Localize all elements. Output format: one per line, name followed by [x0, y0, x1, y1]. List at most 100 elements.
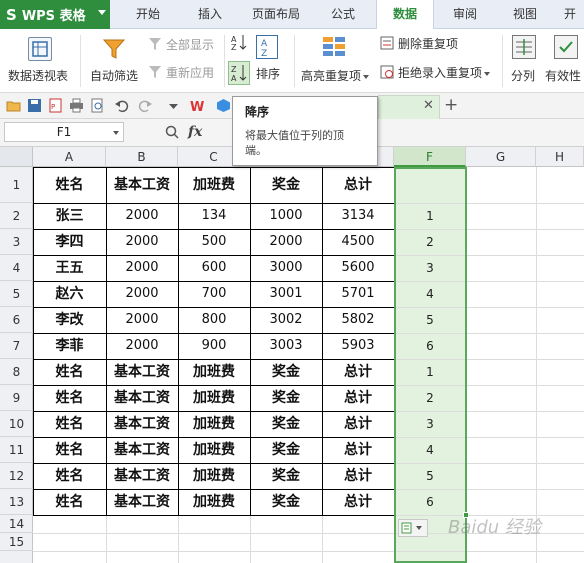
sort-button[interactable]: AZ 排序 [254, 33, 284, 87]
save-icon[interactable] [27, 98, 42, 113]
highlight-duplicates-button[interactable]: 高亮重复项 [300, 33, 372, 87]
customize-toolbar-icon[interactable] [166, 98, 181, 113]
tab-data[interactable]: 数据 [376, 0, 434, 30]
table-cell[interactable]: 总计 [322, 385, 394, 411]
undo-icon[interactable] [114, 98, 129, 113]
table-cell[interactable]: 奖金 [250, 411, 322, 437]
zoom-lookup-icon[interactable] [164, 124, 180, 140]
row-header-15[interactable]: 15 [0, 533, 33, 551]
table-cell[interactable]: 基本工资 [106, 359, 178, 385]
column-header-a[interactable]: A [33, 147, 106, 167]
table-cell[interactable]: 奖金 [250, 437, 322, 463]
column-header-h[interactable]: H [536, 147, 584, 167]
row-header-3[interactable]: 3 [0, 229, 33, 255]
table-cell[interactable]: 134 [178, 203, 250, 229]
table-cell[interactable]: 500 [178, 229, 250, 255]
sort-descending-icon[interactable]: ZA [228, 61, 250, 85]
table-cell[interactable]: 700 [178, 281, 250, 307]
data-validation-button[interactable]: 有效性 [544, 33, 584, 87]
table-cell[interactable]: 姓名 [33, 463, 106, 489]
row-header-9[interactable]: 9 [0, 385, 33, 411]
table-cell[interactable]: 李四 [33, 229, 106, 255]
table-cell[interactable]: 加班费 [178, 463, 250, 489]
table-cell[interactable]: 加班费 [178, 411, 250, 437]
tab-page-layout[interactable]: 页面布局 [240, 0, 312, 29]
tab-formulas[interactable]: 公式 [314, 0, 372, 29]
table-cell[interactable]: 总计 [322, 437, 394, 463]
table-cell[interactable]: 张三 [33, 203, 106, 229]
table-cell[interactable]: 3003 [250, 333, 322, 359]
pivot-table-button[interactable]: 数据透视表 [6, 33, 74, 87]
table-cell[interactable]: 2000 [106, 281, 178, 307]
row-header-4[interactable]: 4 [0, 255, 33, 281]
table-cell[interactable]: 800 [178, 307, 250, 333]
spreadsheet-grid[interactable]: ABCDEFGH123456789101112131415姓名基本工资加班费奖金… [0, 147, 584, 563]
table-cell[interactable]: 5701 [322, 281, 394, 307]
table-cell[interactable]: 姓名 [33, 437, 106, 463]
tab-insert[interactable]: 插入 [180, 0, 240, 29]
table-cell[interactable]: 奖金 [250, 167, 322, 203]
table-cell[interactable]: 加班费 [178, 385, 250, 411]
autofilter-button[interactable]: 自动筛选 [88, 33, 142, 87]
table-cell[interactable]: 李菲 [33, 333, 106, 359]
export-pdf-icon[interactable]: P [48, 98, 63, 113]
row-header-6[interactable]: 6 [0, 307, 33, 333]
row-header-5[interactable]: 5 [0, 281, 33, 307]
row-header-14[interactable]: 14 [0, 515, 33, 533]
table-cell[interactable]: 李改 [33, 307, 106, 333]
name-box[interactable]: F1 [4, 122, 124, 142]
insert-function-icon[interactable]: fx [188, 124, 202, 140]
print-preview-icon[interactable] [90, 98, 105, 113]
tab-view[interactable]: 视图 [496, 0, 554, 29]
tab-review[interactable]: 审阅 [436, 0, 494, 29]
table-cell[interactable]: 姓名 [33, 359, 106, 385]
table-cell[interactable]: 基本工资 [106, 167, 178, 203]
table-cell[interactable]: 3000 [250, 255, 322, 281]
tab-home[interactable]: 开始 [118, 0, 178, 29]
table-cell[interactable]: 总计 [322, 463, 394, 489]
row-header-13[interactable]: 13 [0, 489, 33, 515]
app-menu-button[interactable]: S WPS 表格 [0, 0, 110, 29]
table-cell[interactable]: 4500 [322, 229, 394, 255]
row-header-2[interactable]: 2 [0, 203, 33, 229]
table-cell[interactable]: 总计 [322, 167, 394, 203]
table-cell[interactable]: 3002 [250, 307, 322, 333]
table-cell[interactable]: 姓名 [33, 411, 106, 437]
table-cell[interactable]: 2000 [250, 229, 322, 255]
table-cell[interactable]: 加班费 [178, 437, 250, 463]
table-cell[interactable]: 姓名 [33, 385, 106, 411]
table-cell[interactable]: 基本工资 [106, 489, 178, 515]
table-cell[interactable]: 2000 [106, 333, 178, 359]
row-header-12[interactable]: 12 [0, 463, 33, 489]
remove-duplicates-button[interactable]: 删除重复项 [398, 35, 458, 52]
table-cell[interactable]: 加班费 [178, 359, 250, 385]
table-cell[interactable]: 2000 [106, 255, 178, 281]
table-cell[interactable]: 基本工资 [106, 437, 178, 463]
show-all-button[interactable]: 全部显示 [166, 36, 214, 53]
table-cell[interactable]: 3134 [322, 203, 394, 229]
table-cell[interactable]: 2000 [106, 307, 178, 333]
table-cell[interactable]: 奖金 [250, 463, 322, 489]
row-header-11[interactable]: 11 [0, 437, 33, 463]
table-cell[interactable]: 基本工资 [106, 385, 178, 411]
table-cell[interactable]: 5903 [322, 333, 394, 359]
table-cell[interactable]: 奖金 [250, 359, 322, 385]
column-header-g[interactable]: G [466, 147, 536, 167]
table-cell[interactable]: 基本工资 [106, 463, 178, 489]
redo-icon[interactable] [138, 98, 153, 113]
table-cell[interactable]: 基本工资 [106, 411, 178, 437]
table-cell[interactable]: 加班费 [178, 167, 250, 203]
cube-icon[interactable] [216, 98, 231, 113]
row-header-8[interactable]: 8 [0, 359, 33, 385]
text-to-columns-button[interactable]: 分列 [508, 33, 540, 87]
wps-writer-icon[interactable]: W [190, 98, 205, 115]
new-tab-icon[interactable]: + [444, 95, 458, 115]
table-cell[interactable]: 加班费 [178, 489, 250, 515]
row-header-1[interactable]: 1 [0, 167, 33, 203]
auto-fill-options-button[interactable] [398, 519, 428, 537]
tab-developer[interactable]: 开 [556, 0, 584, 29]
table-cell[interactable]: 5600 [322, 255, 394, 281]
column-header-f[interactable]: F [394, 147, 466, 167]
row-header-10[interactable]: 10 [0, 411, 33, 437]
table-cell[interactable]: 总计 [322, 489, 394, 515]
